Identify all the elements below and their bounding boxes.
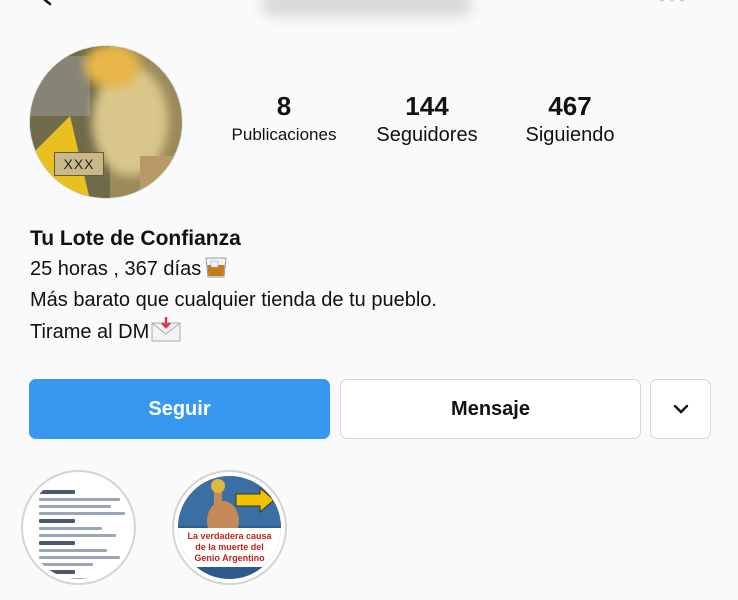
follow-button[interactable]: Seguir — [29, 379, 330, 439]
chevron-down-icon — [673, 404, 688, 414]
profile-avatar[interactable]: XXX — [29, 45, 183, 199]
suggested-accounts-button[interactable] — [650, 379, 711, 439]
profile-name: Tu Lote de Confianza — [30, 227, 241, 250]
avatar-tag: XXX — [54, 152, 104, 176]
back-arrow-icon[interactable] — [36, 0, 56, 6]
message-button[interactable]: Mensaje — [340, 379, 641, 439]
stat-followers[interactable]: 144 Seguidores — [360, 90, 494, 148]
envelope-icon — [151, 317, 181, 342]
profile-username-blurred — [262, 0, 472, 16]
posts-count: 8 — [276, 91, 292, 121]
following-label: Siguiendo — [525, 124, 615, 146]
story-highlight-1[interactable] — [21, 470, 136, 585]
highlight-cover-document — [27, 476, 130, 579]
bio-line-3: Tirame al DM — [30, 316, 710, 348]
story-highlight-2[interactable]: La verdadera causa de la muerte del Geni… — [172, 470, 287, 585]
stat-following[interactable]: 467 Siguiendo — [510, 90, 630, 148]
whisky-glass-icon — [205, 257, 227, 278]
followers-label: Seguidores — [376, 124, 478, 146]
more-options-icon[interactable] — [658, 0, 686, 6]
top-bar — [0, 0, 738, 30]
bio-line-1: 25 horas , 367 días — [30, 254, 710, 285]
followers-count: 144 — [405, 91, 449, 121]
following-count: 467 — [548, 91, 592, 121]
stat-posts[interactable]: 8 Publicaciones — [218, 90, 350, 148]
avatar-image — [30, 46, 182, 198]
highlight-cover-photo: La verdadera causa de la muerte del Geni… — [178, 476, 281, 579]
bio-line-3-text: Tirame al DM — [30, 321, 150, 343]
profile-bio: Tu Lote de Confianza 25 horas , 367 días… — [30, 224, 710, 348]
bio-line-1-text: 25 horas , 367 días — [30, 258, 202, 280]
bio-line-2: Más barato que cualquier tienda de tu pu… — [30, 289, 437, 311]
posts-label: Publicaciones — [231, 125, 337, 144]
highlight-caption: La verdadera causa de la muerte del Geni… — [178, 528, 281, 567]
